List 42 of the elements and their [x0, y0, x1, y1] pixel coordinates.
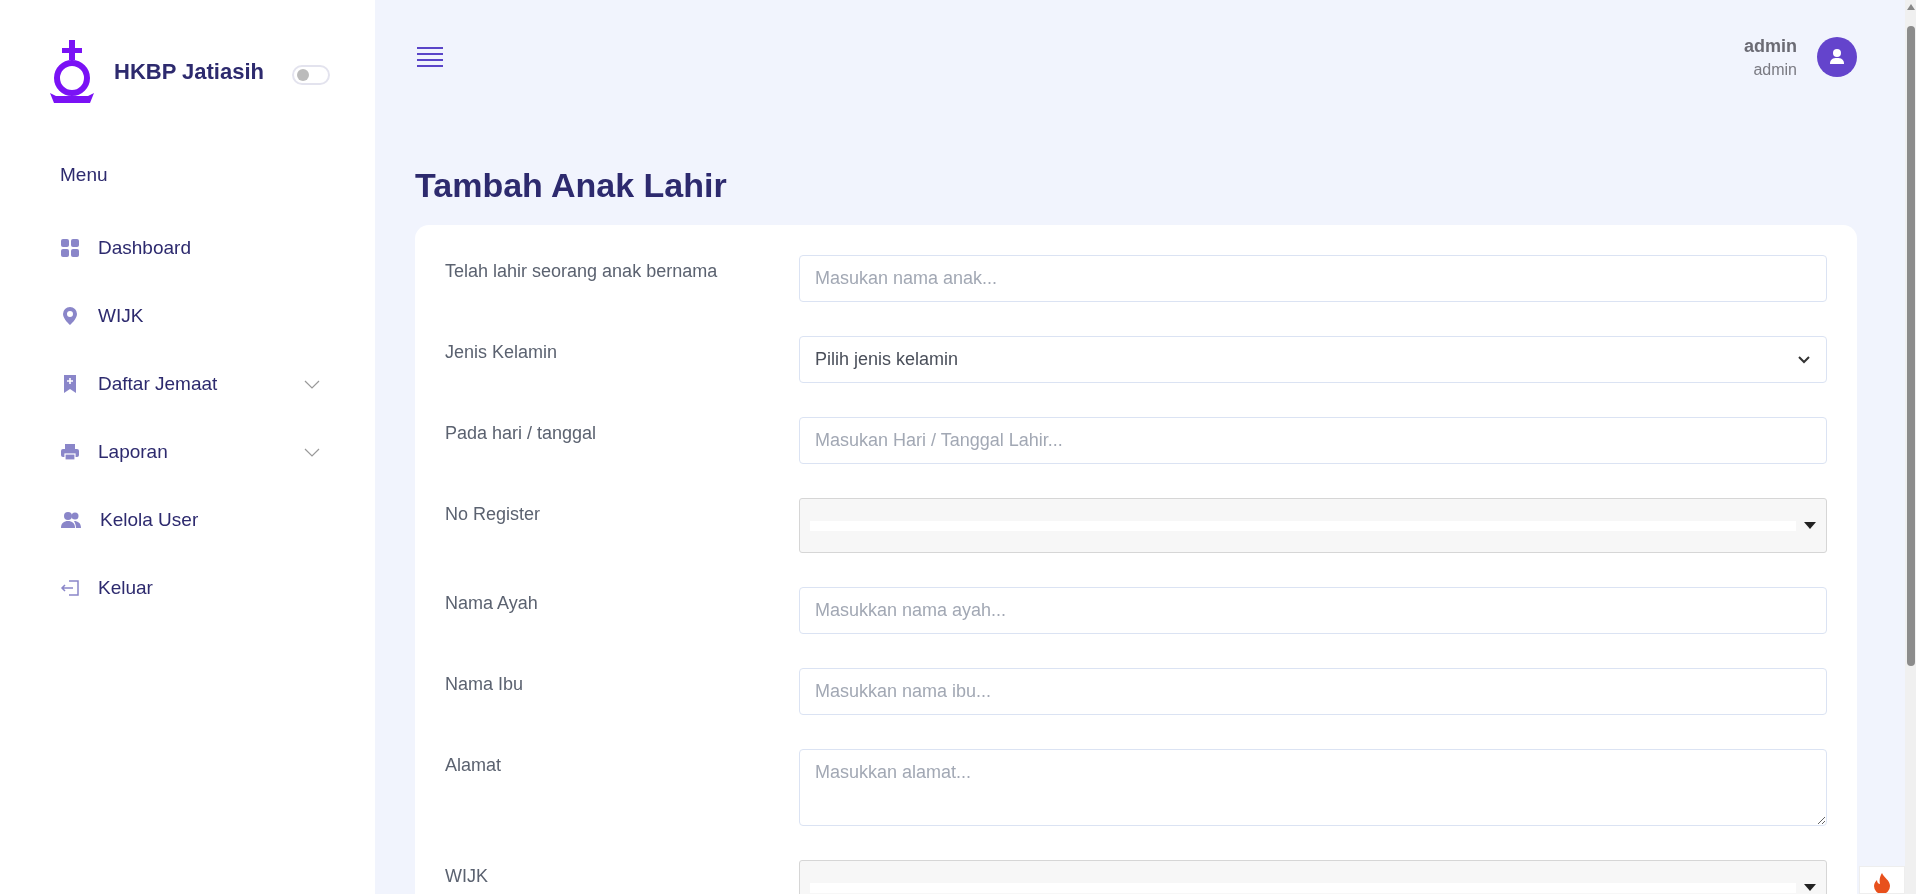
sidebar-item[interactable]: WIJK [50, 282, 320, 350]
debug-toolbar-button[interactable] [1859, 866, 1905, 894]
field-label: Nama Ayah [445, 592, 539, 615]
field-label: WIJK [445, 865, 489, 888]
theme-toggle[interactable] [292, 65, 330, 85]
sidebar-item[interactable]: Dashboard [50, 214, 320, 282]
user-avatar-icon[interactable] [1817, 37, 1857, 77]
scrollbar[interactable] [1905, 0, 1916, 894]
caret-down-icon [1804, 522, 1816, 529]
chevron-down-icon [1797, 354, 1811, 365]
menu-icon[interactable] [417, 46, 443, 68]
field-label: Pada hari / tanggal [445, 422, 598, 445]
combobox-field[interactable] [799, 498, 1827, 553]
menu-heading: Menu [60, 164, 109, 186]
flame-icon [1873, 873, 1891, 893]
grid-icon [60, 238, 80, 258]
text-input-field[interactable]: Masukkan nama ibu... [799, 668, 1827, 715]
field-label: Alamat [445, 754, 503, 777]
sidebar-item[interactable]: Kelola User [50, 486, 320, 554]
page-title: Tambah Anak Lahir [415, 166, 728, 205]
field-label: Telah lahir seorang anak bernama [445, 260, 719, 283]
brand-name: HKBP Jatiasih [114, 59, 264, 85]
sidebar-item[interactable]: Keluar [50, 554, 320, 622]
caret-down-icon [1804, 884, 1816, 891]
field-label: Jenis Kelamin [445, 341, 559, 364]
text-input-field[interactable]: Masukan nama anak... [799, 255, 1827, 302]
scroll-up-arrow-icon[interactable] [1906, 4, 1915, 10]
select-field[interactable]: Pilih jenis kelamin [799, 336, 1827, 383]
printer-icon [60, 442, 80, 462]
cross-ring-logo-icon [50, 40, 94, 104]
logout-icon [60, 578, 80, 598]
sidebar-item[interactable]: Daftar Jemaat [50, 350, 320, 418]
users-icon [60, 510, 82, 530]
textarea-field[interactable]: Masukkan alamat... [799, 749, 1827, 826]
location-pin-icon [60, 306, 80, 326]
user-role: admin [1753, 60, 1797, 79]
field-label: Nama Ibu [445, 673, 525, 696]
user-name: admin [1744, 35, 1797, 57]
sidebar-item[interactable]: Laporan [50, 418, 320, 486]
text-input-field[interactable]: Masukkan nama ayah... [799, 587, 1827, 634]
field-label: No Register [445, 503, 542, 526]
text-input-field[interactable]: Masukan Hari / Tanggal Lahir... [799, 417, 1827, 464]
